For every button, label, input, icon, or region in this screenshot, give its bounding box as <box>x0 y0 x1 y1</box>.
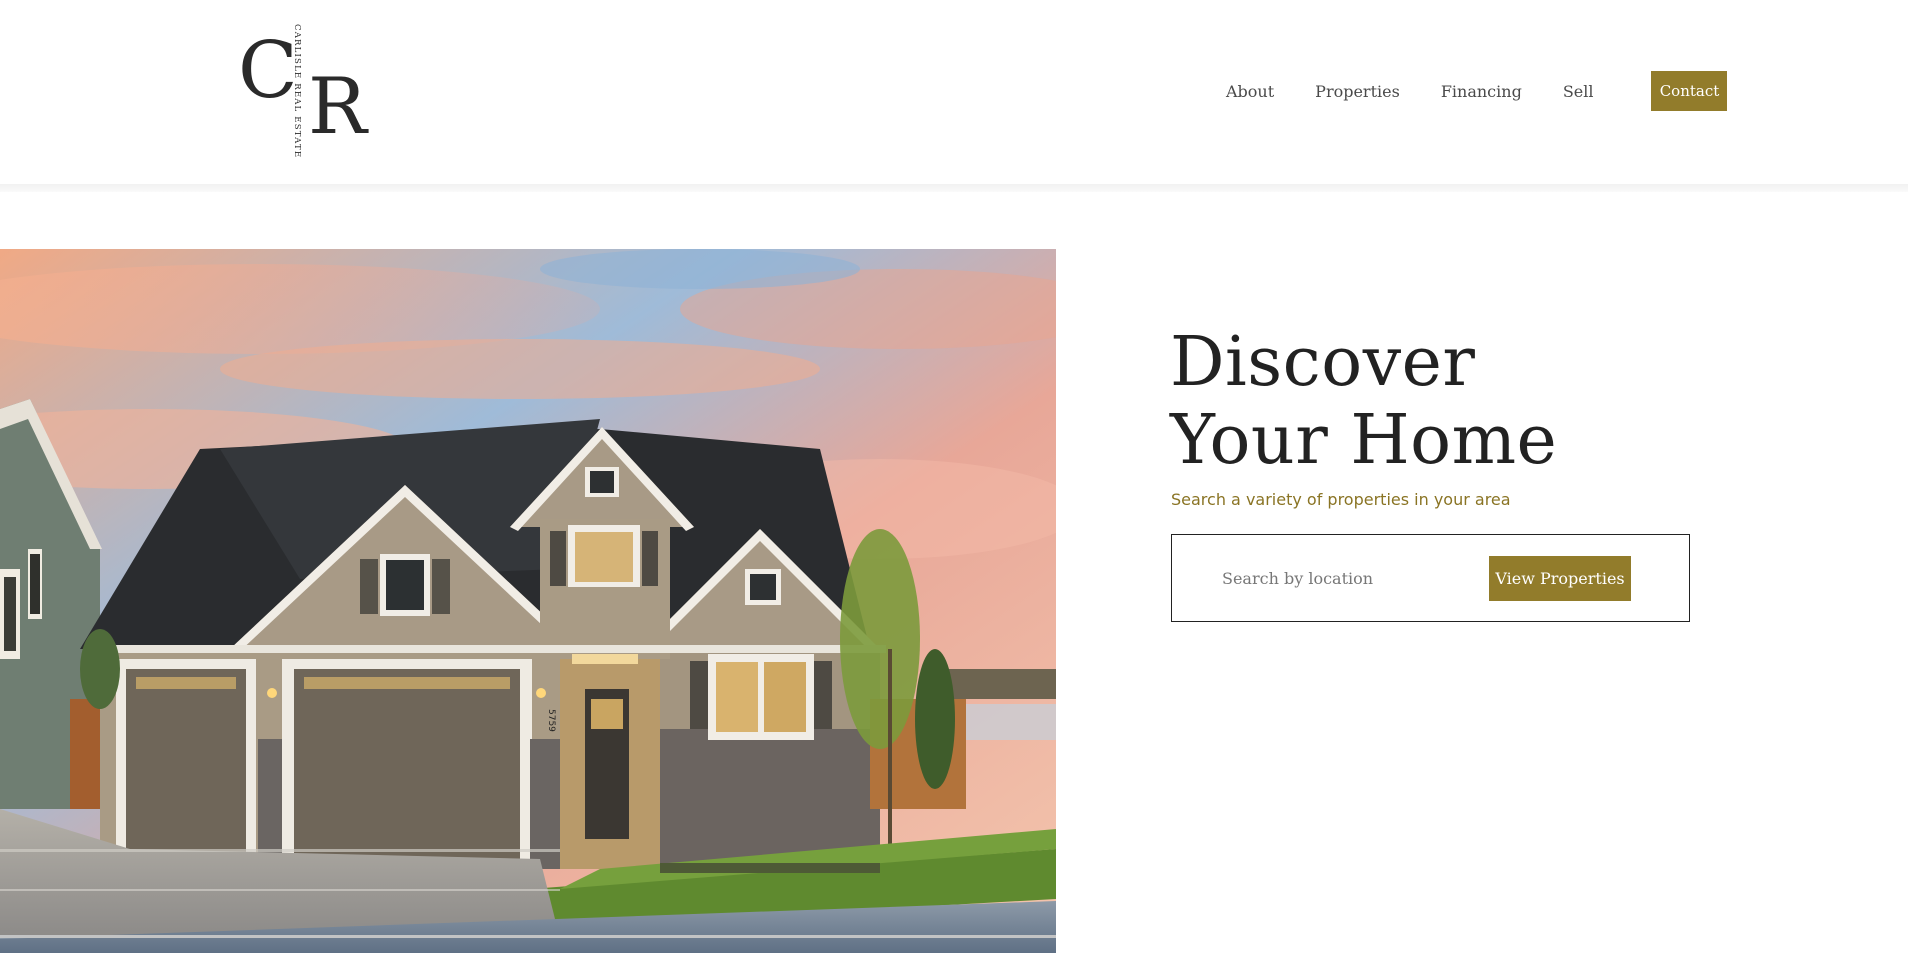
logo-letter-c: C <box>238 26 298 116</box>
nav-link-about[interactable]: About <box>1226 82 1274 101</box>
nav-link-sell[interactable]: Sell <box>1563 82 1594 101</box>
nav-link-properties[interactable]: Properties <box>1315 82 1400 101</box>
hero-title-line-1: Discover <box>1170 323 1476 402</box>
hero-house-photo: 5759 <box>0 249 1056 953</box>
search-location-input[interactable] <box>1220 561 1460 595</box>
hero-subtitle: Search a variety of properties in your a… <box>1171 490 1511 509</box>
house-number: 5759 <box>546 709 556 732</box>
brand-logo[interactable]: C CARLISLE REAL ESTATE R <box>238 22 367 159</box>
nav-link-financing[interactable]: Financing <box>1441 82 1522 101</box>
hero-title-line-2: Your Home <box>1170 401 1558 480</box>
view-properties-button[interactable]: View Properties <box>1489 556 1631 601</box>
header-divider <box>0 184 1908 192</box>
logo-brand-name: CARLISLE REAL ESTATE <box>292 24 302 159</box>
logo-letter-r: R <box>308 62 367 152</box>
location-search-form: View Properties <box>1171 534 1690 622</box>
hero-title: Discover Your Home <box>1170 324 1557 480</box>
contact-button[interactable]: Contact <box>1651 71 1728 111</box>
main-nav: About Properties Financing Sell Contact <box>1226 71 1728 111</box>
site-header: C CARLISLE REAL ESTATE R About Propertie… <box>0 0 1908 184</box>
